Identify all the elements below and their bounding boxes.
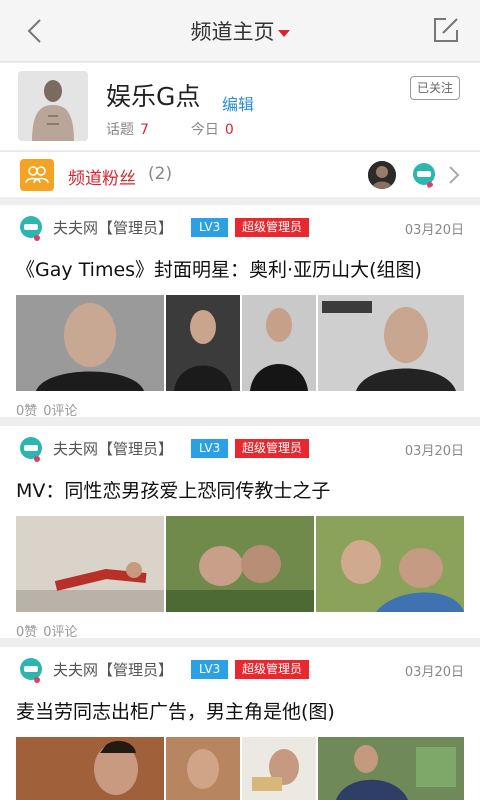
channel-fans-row[interactable]: 频道粉丝 (2) bbox=[0, 151, 480, 197]
compose-icon[interactable] bbox=[430, 14, 462, 46]
followed-button[interactable]: 已关注 bbox=[409, 76, 460, 100]
post-thumbnail bbox=[316, 516, 464, 612]
post-author[interactable]: 夫夫网【管理员】 bbox=[53, 217, 173, 238]
channel-avatar[interactable] bbox=[18, 71, 88, 141]
post-thumbnail bbox=[166, 295, 240, 391]
post-image-strip[interactable] bbox=[16, 737, 464, 800]
caret-down-icon bbox=[277, 29, 290, 37]
level-badge: LV3 bbox=[191, 218, 229, 237]
post-comments: 0评论 bbox=[43, 625, 78, 640]
post-title[interactable]: 麦当劳同志出柜广告，男主角是他(图) bbox=[16, 697, 335, 724]
post-thumbnail bbox=[166, 516, 314, 612]
post-author[interactable]: 夫夫网【管理员】 bbox=[53, 438, 173, 459]
post-title[interactable]: MV：同性恋男孩爱上恐同传教士之子 bbox=[16, 476, 330, 503]
post-likes: 0赞 bbox=[16, 625, 38, 640]
post-meta: 0赞 0评论 bbox=[16, 400, 78, 419]
fanfu-logo-icon bbox=[20, 437, 42, 462]
post-thumbnail bbox=[318, 295, 464, 391]
fans-count: (2) bbox=[148, 164, 173, 184]
fan-avatar[interactable] bbox=[410, 161, 438, 189]
post-thumbnail bbox=[16, 737, 164, 800]
topics-count: 7 bbox=[140, 122, 149, 138]
post-image-strip[interactable] bbox=[16, 295, 464, 391]
fanfu-logo-icon bbox=[413, 163, 435, 188]
post-meta: 0赞 0评论 bbox=[16, 621, 78, 640]
fan-avatar-image bbox=[368, 161, 396, 189]
post-title[interactable]: 《Gay Times》封面明星：奥利·亚历山大(组图) bbox=[16, 255, 422, 282]
post-card[interactable]: 夫夫网【管理员】 LV3 超级管理员 03月20日 《Gay Times》封面明… bbox=[0, 205, 480, 419]
fans-icon bbox=[20, 159, 54, 191]
post-author[interactable]: 夫夫网【管理员】 bbox=[53, 659, 173, 680]
post-image-strip[interactable] bbox=[16, 516, 464, 612]
role-badge: 超级管理员 bbox=[235, 218, 310, 237]
fans-label: 频道粉丝 bbox=[68, 169, 136, 189]
top-bar: 频道主页 bbox=[0, 0, 480, 62]
level-badge: LV3 bbox=[191, 660, 229, 679]
page-title-dropdown[interactable]: 频道主页 bbox=[0, 16, 480, 46]
post-likes: 0赞 bbox=[16, 404, 38, 419]
post-thumbnail bbox=[318, 737, 464, 800]
today-label: 今日 bbox=[190, 122, 219, 138]
fan-avatar[interactable] bbox=[368, 161, 396, 189]
channel-avatar-image bbox=[18, 71, 88, 141]
role-badge: 超级管理员 bbox=[235, 439, 310, 458]
post-thumbnail bbox=[166, 737, 240, 800]
fanfu-logo-icon bbox=[20, 658, 42, 683]
channel-name: 娱乐G点 bbox=[106, 82, 201, 111]
post-date: 03月20日 bbox=[404, 665, 464, 680]
today-count: 0 bbox=[224, 122, 234, 138]
post-card[interactable]: 夫夫网【管理员】 LV3 超级管理员 03月20日 MV：同性恋男孩爱上恐同传教… bbox=[0, 426, 480, 640]
post-date: 03月20日 bbox=[404, 223, 464, 238]
channel-header: 娱乐G点 编辑 话题 7 今日 0 已关注 bbox=[0, 63, 480, 150]
topics-label: 话题 bbox=[106, 122, 134, 138]
post-card[interactable]: 夫夫网【管理员】 LV3 超级管理员 03月20日 麦当劳同志出柜广告，男主角是… bbox=[0, 647, 480, 800]
post-thumbnail bbox=[242, 295, 316, 391]
fanfu-logo-icon bbox=[20, 216, 42, 241]
post-date: 03月20日 bbox=[404, 444, 464, 459]
channel-stats: 话题 7 今日 0 bbox=[106, 119, 234, 139]
post-thumbnail bbox=[16, 295, 164, 391]
post-thumbnail bbox=[16, 516, 164, 612]
post-comments: 0评论 bbox=[43, 404, 78, 419]
role-badge: 超级管理员 bbox=[235, 660, 310, 679]
chevron-right-icon bbox=[449, 166, 460, 184]
level-badge: LV3 bbox=[191, 439, 229, 458]
page-title: 频道主页 bbox=[190, 20, 275, 44]
post-thumbnail bbox=[242, 737, 316, 800]
edit-channel-link[interactable]: 编辑 bbox=[222, 91, 254, 115]
